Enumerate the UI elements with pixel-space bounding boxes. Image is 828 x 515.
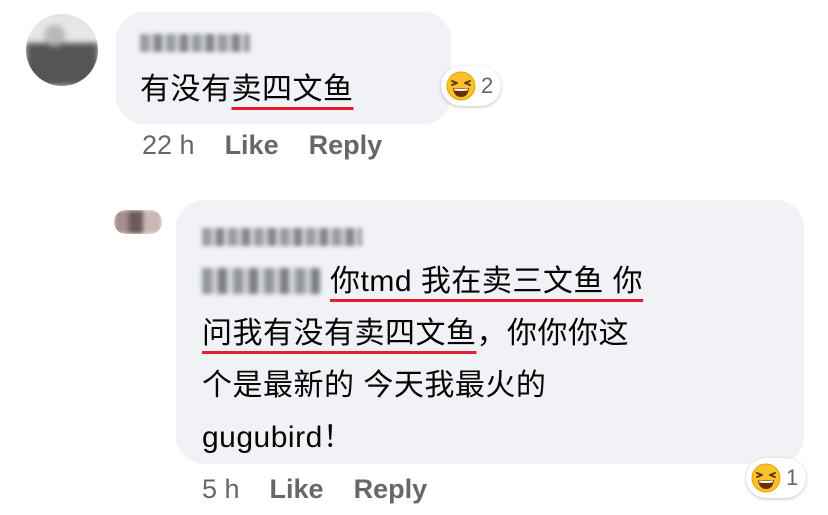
comment-text-underlined: 卖四文鱼: [231, 73, 354, 106]
reply-line-1: 你tmd 我在卖三文鱼 你: [202, 256, 792, 308]
reply-meta: 5 h Like Reply: [202, 474, 457, 505]
comment-text: 有没有卖四文鱼: [140, 64, 354, 116]
comment-meta: 22 h Like Reply: [142, 130, 412, 161]
reply-commenter-name[interactable]: [202, 228, 362, 246]
reply-reaction-count: 1: [786, 465, 799, 490]
reply-like-button[interactable]: Like: [270, 474, 324, 504]
like-button[interactable]: Like: [225, 130, 279, 160]
comment-bubble: 有没有卖四文鱼: [116, 12, 451, 124]
reply-line-2-underlined: 问我有没有卖四文鱼: [202, 317, 477, 350]
comment-timestamp[interactable]: 22 h: [142, 130, 195, 160]
reply-button[interactable]: Reply: [309, 130, 383, 160]
reply-line-2-rest: ，你你你这: [476, 317, 629, 350]
reply-timestamp[interactable]: 5 h: [202, 474, 240, 504]
reply-line-1-text: 你tmd 我在卖三文鱼 你: [330, 265, 644, 298]
reply-text: 你tmd 我在卖三文鱼 你 问我有没有卖四文鱼，你你你这 个是最新的 今天我最火…: [202, 256, 792, 464]
reply-avatar-blur: [114, 210, 162, 234]
reaction-count: 2: [481, 73, 494, 98]
avatar[interactable]: [26, 14, 98, 86]
comment-text-plain: 有没有: [140, 73, 232, 106]
mention-tag[interactable]: [202, 268, 320, 294]
commenter-name[interactable]: [140, 34, 250, 52]
reaction-badge[interactable]: 2: [441, 66, 502, 106]
reply-avatar[interactable]: [114, 210, 162, 234]
reply-line-2: 问我有没有卖四文鱼，你你你这: [202, 308, 792, 360]
reply-reply-button[interactable]: Reply: [354, 474, 428, 504]
laughing-face-icon: [751, 463, 781, 493]
reply-bubble: 你tmd 我在卖三文鱼 你 问我有没有卖四文鱼，你你你这 个是最新的 今天我最火…: [176, 200, 804, 464]
laughing-face-icon: [446, 71, 476, 101]
avatar-blur: [26, 14, 98, 86]
reply-reaction-badge[interactable]: 1: [746, 458, 807, 498]
reply-line-3: 个是最新的 今天我最火的: [202, 369, 547, 402]
reply-line-4: gugubird！: [202, 421, 354, 454]
